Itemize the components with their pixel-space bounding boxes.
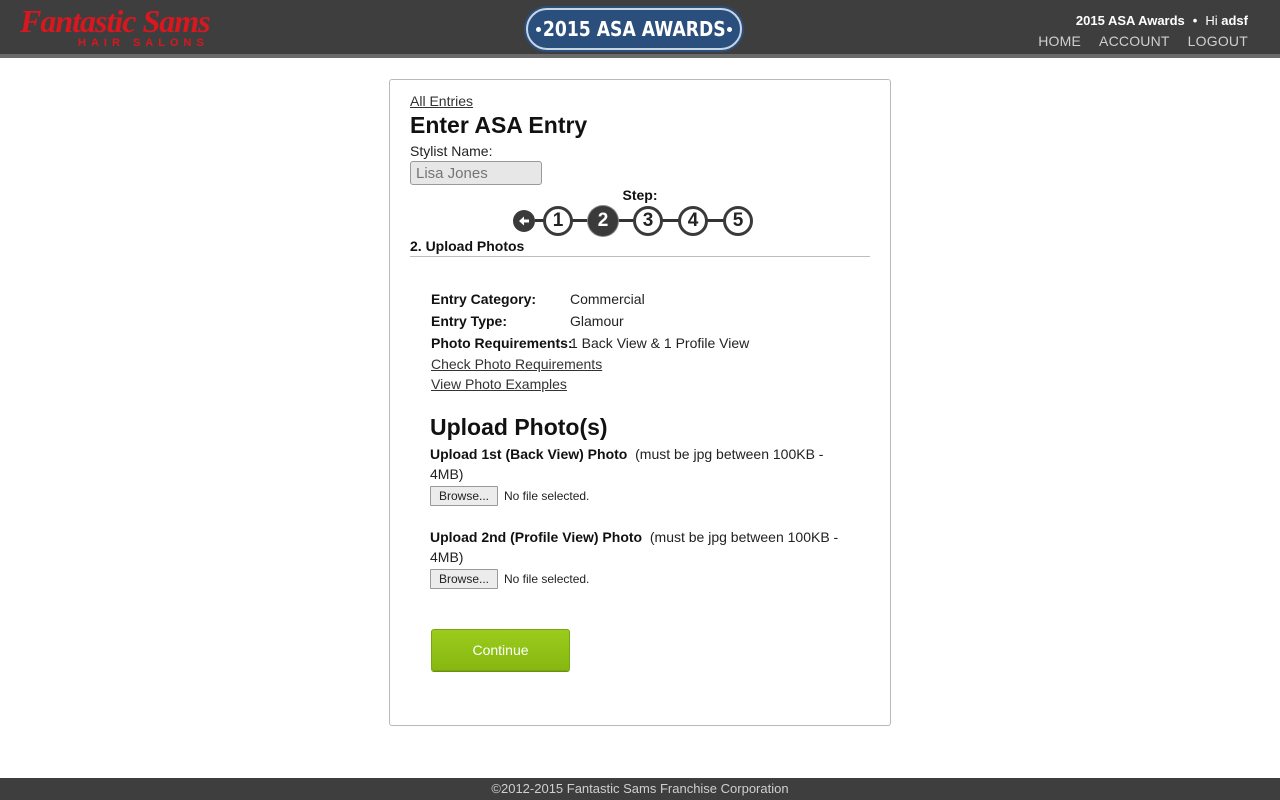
entry-details: Entry Category: Commercial Entry Type: G… <box>431 288 851 394</box>
step-3[interactable]: 3 <box>633 206 663 236</box>
section-title: 2. Upload Photos <box>410 238 870 257</box>
step-5[interactable]: 5 <box>723 206 753 236</box>
logo-tagline: HAIR SALONS <box>78 37 209 49</box>
file-input-1: Browse... No file selected. <box>430 486 850 506</box>
detail-row: Entry Category: Commercial <box>431 288 851 310</box>
nav-home[interactable]: HOME <box>1038 33 1081 49</box>
step-2-current[interactable]: 2 <box>588 206 618 236</box>
upload-photo-1: Upload 1st (Back View) Photo (must be jp… <box>430 444 850 506</box>
badge-dot-left <box>536 27 541 32</box>
site-header: Fantastic Sams HAIR SALONS 2015 ASA AWAR… <box>0 0 1280 58</box>
fantastic-sams-logo[interactable]: Fantastic Sams HAIR SALONS <box>20 4 280 54</box>
upload-photo-2-label: Upload 2nd (Profile View) Photo (must be… <box>430 527 850 567</box>
greeting-text: Hi <box>1205 13 1218 28</box>
step-progress: 1 2 3 4 5 <box>513 206 758 236</box>
file-status-1: No file selected. <box>504 489 590 503</box>
detail-row: Entry Type: Glamour <box>431 310 851 332</box>
browse-button-1[interactable]: Browse... <box>430 486 498 506</box>
upload-photo-1-label: Upload 1st (Back View) Photo (must be jp… <box>430 444 850 484</box>
photo-1-title: Upload 1st (Back View) Photo <box>430 446 628 462</box>
browse-button-2[interactable]: Browse... <box>430 569 498 589</box>
back-arrow-icon[interactable] <box>513 210 535 232</box>
top-nav: HOME ACCOUNT LOGOUT <box>1038 33 1248 49</box>
nav-logout[interactable]: LOGOUT <box>1188 33 1248 49</box>
detail-value: Commercial <box>570 291 645 307</box>
stylist-name-field[interactable] <box>410 161 542 185</box>
page-title: Enter ASA Entry <box>410 112 588 138</box>
logo-wordmark: Fantastic Sams <box>20 3 211 39</box>
view-photo-examples-link[interactable]: View Photo Examples <box>431 374 851 394</box>
detail-value: 1 Back View & 1 Profile View <box>570 335 750 351</box>
entry-card: All Entries Enter ASA Entry Stylist Name… <box>389 79 891 726</box>
file-input-2: Browse... No file selected. <box>430 569 850 589</box>
check-photo-requirements-link[interactable]: Check Photo Requirements <box>431 354 851 374</box>
arrow-left-icon <box>519 216 529 226</box>
nav-account[interactable]: ACCOUNT <box>1099 33 1170 49</box>
detail-key: Entry Category: <box>431 291 537 307</box>
upload-title: Upload Photo(s) <box>430 414 608 440</box>
all-entries-link[interactable]: All Entries <box>410 93 473 109</box>
detail-row: Photo Requirements: 1 Back View & 1 Prof… <box>431 332 851 354</box>
step-4[interactable]: 4 <box>678 206 708 236</box>
site-footer: ©2012-2015 Fantastic Sams Franchise Corp… <box>0 778 1280 800</box>
step-label: Step: <box>622 187 658 203</box>
asa-awards-badge: 2015 ASA AWARDS <box>526 8 742 50</box>
stylist-name-label: Stylist Name: <box>410 143 493 159</box>
continue-button[interactable]: Continue <box>431 629 570 671</box>
photo-2-title: Upload 2nd (Profile View) Photo <box>430 529 643 545</box>
step-1[interactable]: 1 <box>543 206 573 236</box>
bullet-separator: • <box>1192 13 1198 28</box>
detail-key: Photo Requirements: <box>431 335 573 351</box>
badge-dot-right <box>727 27 732 32</box>
user-greeting: 2015 ASA Awards • Hi adsf <box>1076 13 1248 28</box>
site-name: 2015 ASA Awards <box>1075 13 1185 28</box>
detail-key: Entry Type: <box>431 313 507 329</box>
file-status-2: No file selected. <box>504 572 590 586</box>
badge-text: 2015 ASA AWARDS <box>542 17 726 41</box>
username: adsf <box>1221 13 1248 28</box>
upload-photo-2: Upload 2nd (Profile View) Photo (must be… <box>430 527 850 589</box>
copyright-text: ©2012-2015 Fantastic Sams Franchise Corp… <box>491 781 789 796</box>
detail-value: Glamour <box>570 313 624 329</box>
